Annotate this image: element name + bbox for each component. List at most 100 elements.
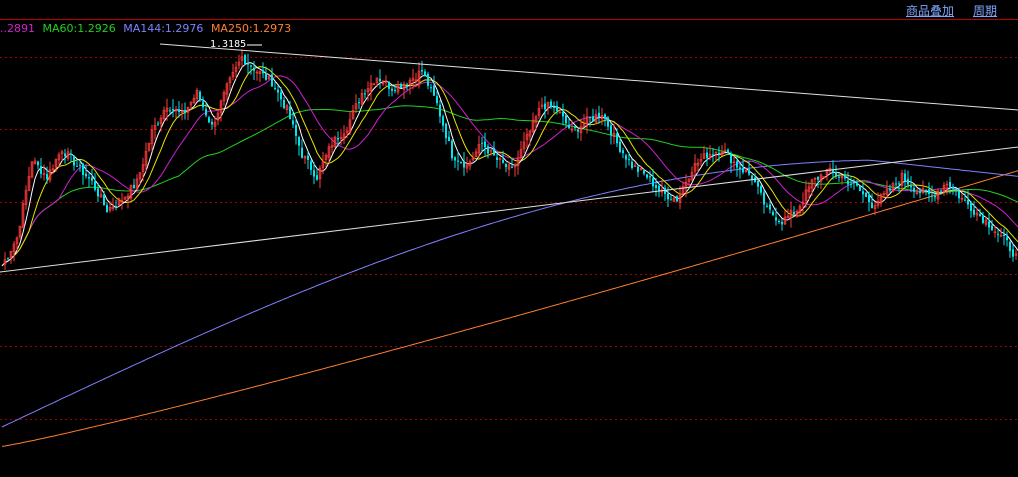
- legend-ma250: MA250:1.2973: [210, 22, 292, 35]
- candle-body: [670, 199, 672, 201]
- candle-body: [763, 192, 765, 205]
- candle-body: [604, 114, 606, 119]
- candle-body: [817, 176, 819, 180]
- candle-body: [913, 187, 915, 192]
- candle-body: [79, 164, 81, 166]
- candle-body: [667, 193, 669, 200]
- candle-body: [895, 183, 897, 185]
- candle-body: [565, 115, 567, 124]
- candle-body: [727, 149, 729, 153]
- candle-body: [442, 116, 444, 126]
- candle-body: [853, 182, 855, 184]
- candle-body: [406, 84, 408, 86]
- candle-body: [1003, 234, 1005, 236]
- candle-body: [247, 63, 249, 65]
- candle-body: [271, 74, 273, 87]
- candle-body: [622, 150, 624, 154]
- candle-body: [481, 142, 483, 144]
- candle-body: [964, 199, 966, 201]
- candle-body: [7, 257, 9, 259]
- candle-body: [973, 209, 975, 215]
- candle-body: [769, 204, 771, 210]
- candle-body: [295, 124, 297, 136]
- candle-body: [967, 199, 969, 205]
- candle-body: [712, 154, 714, 156]
- candle-body: [793, 211, 795, 215]
- candle-body: [73, 155, 75, 166]
- candle-body: [199, 91, 201, 101]
- candle-body: [82, 163, 84, 175]
- candle-body: [460, 162, 462, 163]
- candle-body: [445, 123, 447, 139]
- candle-body: [40, 166, 42, 174]
- candle-body: [1009, 241, 1011, 251]
- candle-body: [904, 173, 906, 181]
- candle-body: [250, 65, 252, 67]
- candle-body: [244, 54, 246, 65]
- candle-body: [133, 184, 135, 188]
- candle-body: [88, 177, 90, 179]
- candle-body: [157, 123, 159, 125]
- candle-body: [364, 93, 366, 95]
- candle-body: [742, 168, 744, 173]
- candle-body: [754, 177, 756, 183]
- candle-body: [433, 85, 435, 96]
- candle-body: [277, 89, 279, 93]
- candle-body: [781, 221, 783, 225]
- candle-body: [97, 188, 99, 197]
- candle-body: [955, 188, 957, 192]
- candle-body: [643, 170, 645, 174]
- candle-body: [628, 159, 630, 161]
- candle-body: [274, 87, 276, 89]
- candle-body: [91, 177, 93, 181]
- candle-body: [448, 136, 450, 141]
- candle-body: [889, 188, 891, 191]
- candle-body: [736, 161, 738, 168]
- candle-body: [301, 147, 303, 158]
- candle-body: [280, 92, 282, 100]
- candle-body: [85, 173, 87, 177]
- candle-body: [997, 233, 999, 235]
- candle-body: [847, 180, 849, 185]
- candle-body: [706, 152, 708, 158]
- candle-body: [646, 174, 648, 178]
- candle-body: [751, 175, 753, 180]
- candle-body: [169, 110, 171, 112]
- candle-body: [568, 124, 570, 129]
- candle-body: [424, 71, 426, 76]
- candle-body: [64, 153, 66, 157]
- candle-body: [46, 174, 48, 179]
- candle-body: [865, 192, 867, 197]
- candle-body: [979, 214, 981, 216]
- candle-body: [316, 175, 318, 180]
- candle-body: [379, 78, 381, 82]
- candle-body: [910, 186, 912, 188]
- candle-body: [313, 170, 315, 177]
- candle-body: [208, 117, 210, 123]
- candle-body: [454, 157, 456, 161]
- candle-body: [748, 169, 750, 175]
- candle-body: [487, 146, 489, 154]
- candle-body: [253, 67, 255, 71]
- candle-body: [1006, 237, 1008, 241]
- candle-body: [739, 167, 741, 170]
- candle-body: [778, 221, 780, 222]
- candle-body: [850, 183, 852, 185]
- candle-body: [463, 161, 465, 168]
- candle-body: [289, 106, 291, 120]
- candle-body: [982, 215, 984, 223]
- candle-body: [115, 206, 117, 208]
- candle-body: [862, 191, 864, 195]
- candle-body: [919, 191, 921, 194]
- candle-body: [856, 183, 858, 186]
- candle-body: [211, 121, 213, 125]
- candle-body: [616, 133, 618, 144]
- candle-body: [298, 137, 300, 146]
- candle-body: [451, 140, 453, 159]
- candle-body: [991, 225, 993, 231]
- candle-body: [631, 161, 633, 168]
- candle-body: [562, 111, 564, 117]
- candle-body: [493, 147, 495, 156]
- candle-body: [859, 185, 861, 191]
- candle-body: [898, 183, 900, 185]
